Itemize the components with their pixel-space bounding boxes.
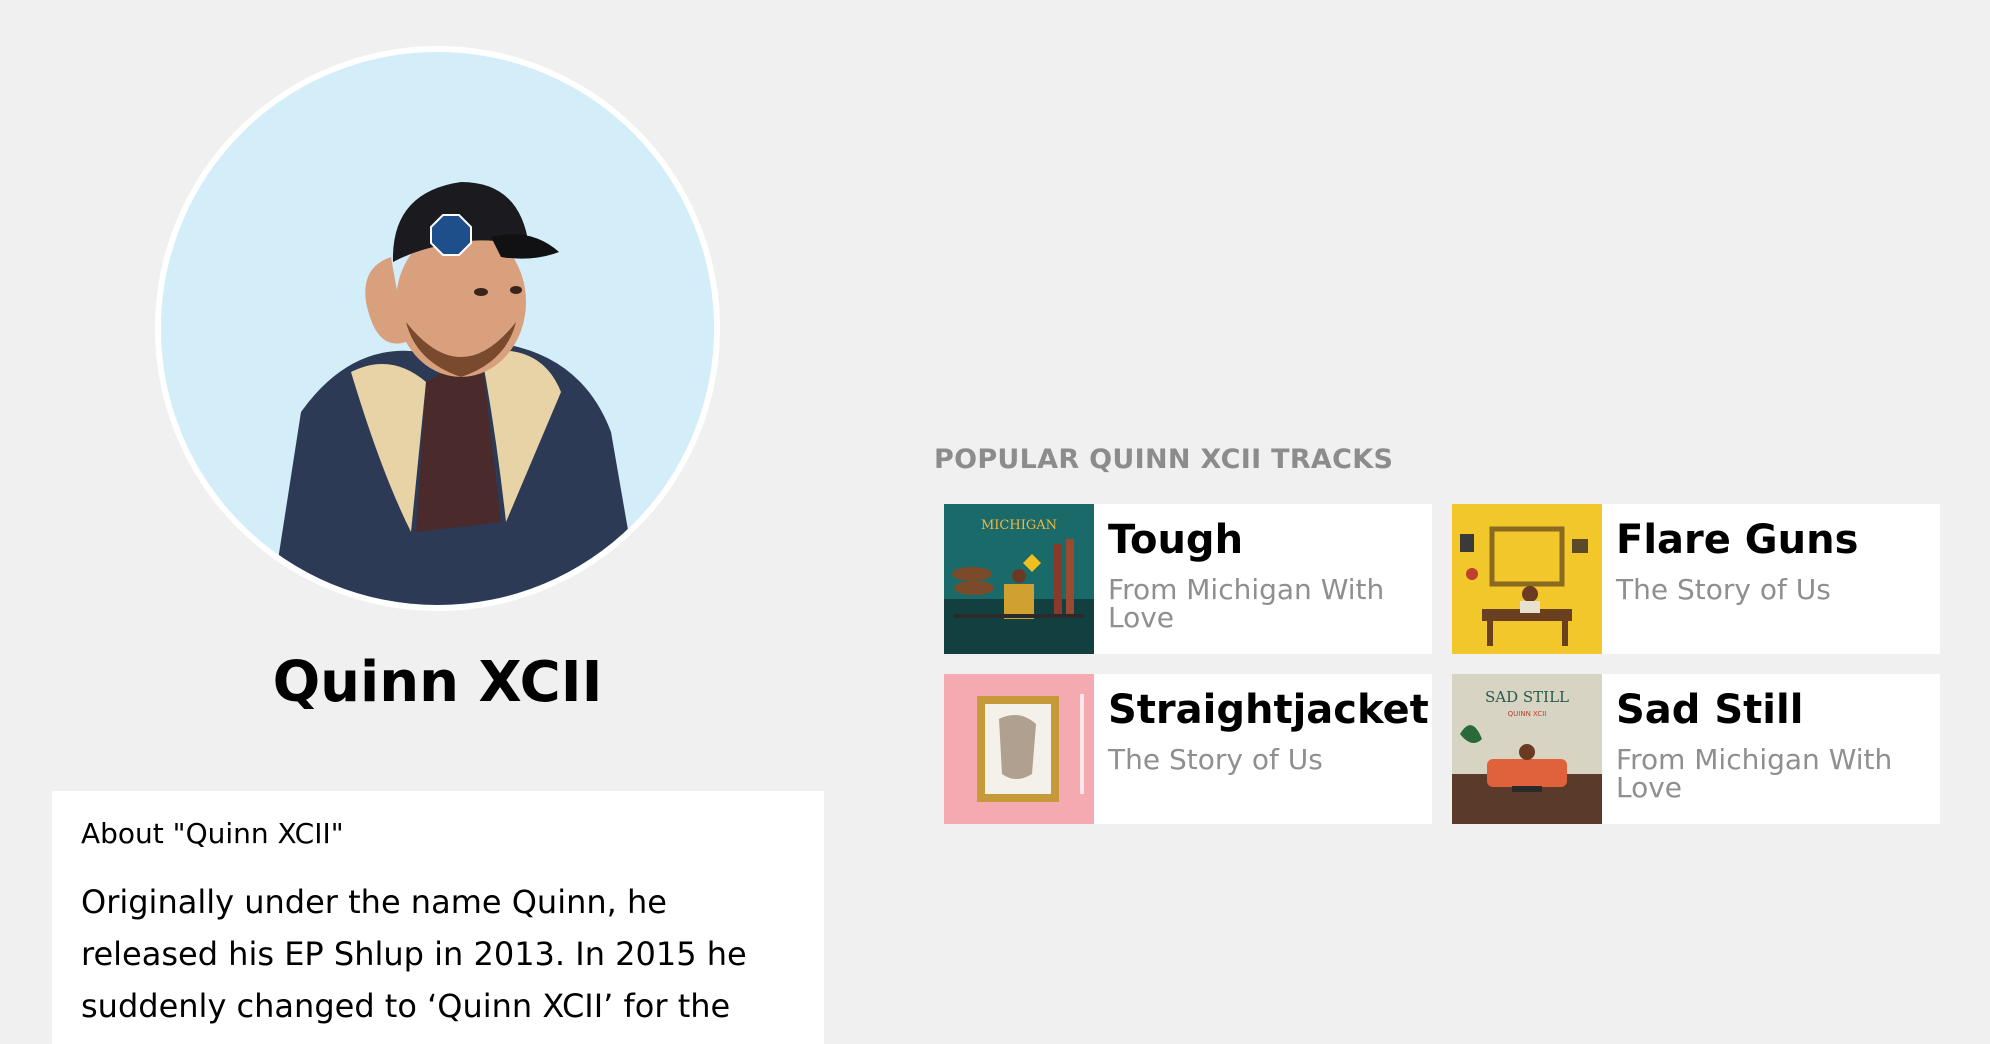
about-card: About "Quinn XCII" Originally under the …	[52, 791, 824, 1044]
track-info: Sad Still From Michigan With Love	[1602, 674, 1940, 824]
artist-page: Quinn XCII About "Quinn XCII" Originally…	[0, 0, 1990, 1044]
track-info: Flare Guns The Story of Us	[1602, 504, 1940, 654]
track-title[interactable]: Straightjacket	[1108, 684, 1429, 736]
album-art-cover-text: MICHIGAN	[981, 518, 1057, 533]
track-card-sad-still[interactable]: SAD STILL QUINN XCII Sad Still From Mich…	[1452, 674, 1940, 824]
album-art-from-michigan-with-love: MICHIGAN	[944, 504, 1094, 654]
album-art-cover-subtext: QUINN XCII	[1508, 710, 1547, 718]
album-art-the-story-of-us	[1452, 504, 1602, 654]
track-card-straightjacket[interactable]: Straightjacket The Story of Us	[944, 674, 1432, 824]
about-title: About "Quinn XCII"	[81, 817, 344, 850]
track-album[interactable]: From Michigan With Love	[1616, 746, 1926, 802]
popular-tracks-title: POPULAR QUINN XCII TRACKS	[934, 444, 1394, 475]
track-title[interactable]: Tough	[1108, 514, 1418, 566]
track-info: Straightjacket The Story of Us	[1094, 674, 1432, 824]
about-body: Originally under the name Quinn, he rele…	[81, 883, 747, 1044]
track-card-flare-guns[interactable]: Flare Guns The Story of Us	[1452, 504, 1940, 654]
track-album[interactable]: From Michigan With Love	[1108, 576, 1418, 632]
track-info: Tough From Michigan With Love	[1094, 504, 1432, 654]
track-album[interactable]: The Story of Us	[1108, 746, 1418, 774]
track-title[interactable]: Sad Still	[1616, 684, 1926, 736]
artist-photo	[161, 52, 714, 605]
album-art-cover-text: SAD STILL	[1485, 688, 1569, 706]
track-album[interactable]: The Story of Us	[1616, 576, 1926, 604]
artist-avatar	[155, 46, 720, 611]
track-title[interactable]: Flare Guns	[1616, 514, 1926, 566]
artist-name: Quinn XCII	[272, 650, 603, 715]
album-art-sad-still: SAD STILL QUINN XCII	[1452, 674, 1602, 824]
album-art-straightjacket	[944, 674, 1094, 824]
track-card-tough[interactable]: MICHIGAN Tough From Michigan With Love	[944, 504, 1432, 654]
